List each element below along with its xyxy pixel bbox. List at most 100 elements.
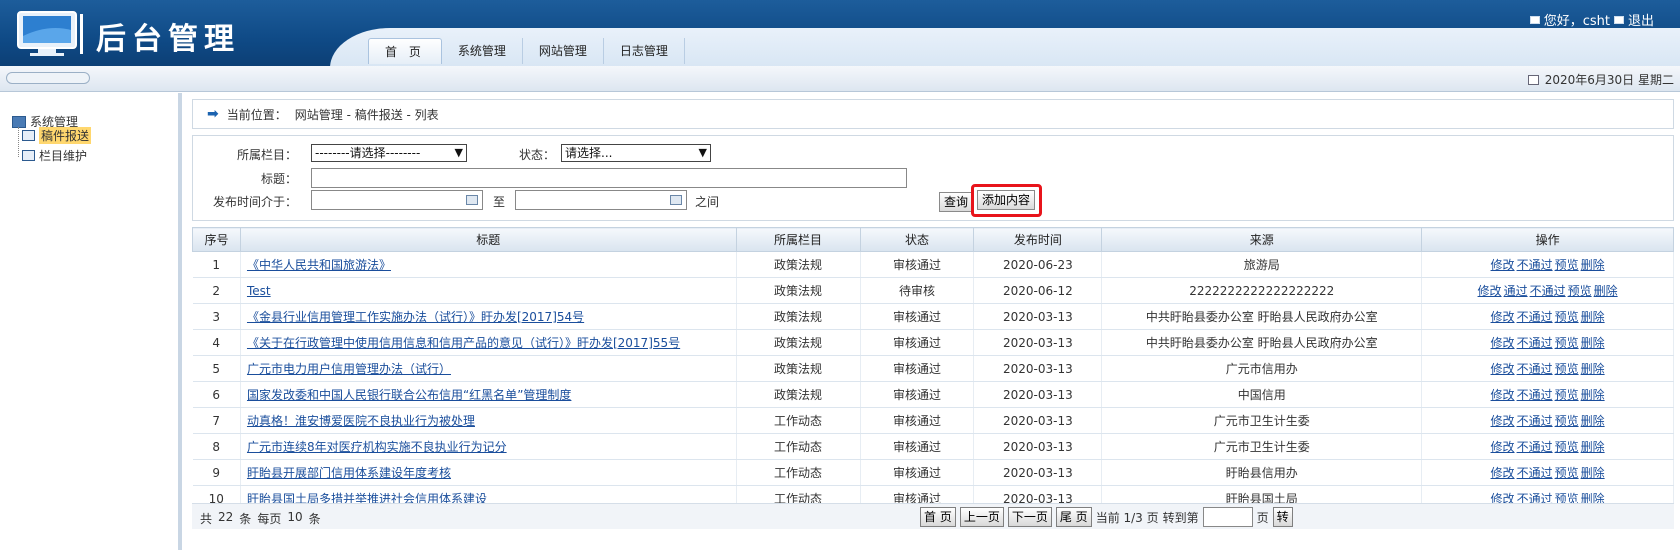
column-label: 所属栏目： xyxy=(236,148,297,162)
op-link[interactable]: 预览 xyxy=(1555,362,1579,376)
calendar-icon[interactable] xyxy=(466,195,478,205)
tab-system[interactable]: 系统管理 xyxy=(442,38,523,64)
op-link[interactable]: 不通过 xyxy=(1517,258,1553,272)
op-link[interactable]: 预览 xyxy=(1555,440,1579,454)
op-link[interactable]: 预览 xyxy=(1555,414,1579,428)
first-page-button[interactable]: 首 页 xyxy=(920,507,956,527)
goto-page-input[interactable] xyxy=(1202,507,1253,527)
last-page-button[interactable]: 尾 页 xyxy=(1055,507,1092,527)
header-title: 标题 xyxy=(239,227,737,252)
filter-panel: 所属栏目： --------请选择-------- ▼ 状态： 请选择... ▼… xyxy=(192,135,1674,221)
add-content-button[interactable]: 添加内容 xyxy=(977,190,1036,210)
op-link[interactable]: 不通过 xyxy=(1517,388,1553,402)
op-link[interactable]: 不通过 xyxy=(1530,284,1566,298)
chevron-down-icon: ▼ xyxy=(698,146,707,159)
op-link[interactable]: 修改 xyxy=(1491,258,1515,272)
op-link[interactable]: 删除 xyxy=(1581,310,1605,324)
title-cell: 广元市电力用户信用管理办法（试行） xyxy=(240,355,737,382)
column-select-value: --------请选择-------- xyxy=(315,146,421,160)
computer-icon xyxy=(12,115,26,128)
op-link[interactable]: 不通过 xyxy=(1517,466,1553,480)
status-cell: 审核通过 xyxy=(860,355,975,382)
title-link[interactable]: 《关于在行政管理中使用信用信息和信用产品的意见（试行）》盱办发[2017]55号 xyxy=(247,336,680,350)
title-input[interactable] xyxy=(311,168,907,188)
tab-website[interactable]: 网站管理 xyxy=(523,38,604,64)
op-link[interactable]: 预览 xyxy=(1555,310,1579,324)
status-select[interactable]: 请选择... ▼ xyxy=(561,144,711,162)
op-link[interactable]: 不通过 xyxy=(1517,336,1553,350)
op-link[interactable]: 预览 xyxy=(1555,336,1579,350)
op-link[interactable]: 删除 xyxy=(1581,440,1605,454)
source-cell: 广元市卫生计生委 xyxy=(1101,433,1423,460)
ops-cell: 修改 不通过 预览 删除 xyxy=(1421,407,1674,434)
goto-label: 转到第 xyxy=(1162,510,1199,525)
date-from-input[interactable] xyxy=(311,190,483,210)
op-link[interactable]: 删除 xyxy=(1581,362,1605,376)
op-link[interactable]: 预览 xyxy=(1555,388,1579,402)
op-link[interactable]: 删除 xyxy=(1581,388,1605,402)
op-link[interactable]: 修改 xyxy=(1491,362,1515,376)
op-link[interactable]: 修改 xyxy=(1491,466,1515,480)
title-link[interactable]: 广元市电力用户信用管理办法（试行） xyxy=(247,362,451,376)
op-link[interactable]: 修改 xyxy=(1478,284,1502,298)
title-link[interactable]: 《金县行业信用管理工作实施办法（试行）》盱办发[2017]54号 xyxy=(247,310,584,324)
op-link[interactable]: 删除 xyxy=(1594,284,1618,298)
between-label: 之间 xyxy=(694,195,719,209)
date-text: 2020年6月30日 星期二 xyxy=(1544,73,1674,87)
op-link[interactable]: 不通过 xyxy=(1517,362,1553,376)
title-cell: Test xyxy=(240,277,737,304)
tab-log[interactable]: 日志管理 xyxy=(604,38,685,64)
title-link[interactable]: 国家发改委和中国人民银行联合公布信用“红黑名单”管理制度 xyxy=(247,388,571,402)
op-link[interactable]: 预览 xyxy=(1555,258,1579,272)
mail-icon[interactable] xyxy=(1529,15,1540,24)
sidebar-item-manuscript[interactable]: 稿件报送 xyxy=(22,127,92,144)
op-link[interactable]: 修改 xyxy=(1491,336,1515,350)
title-cell: 《关于在行政管理中使用信用信息和信用产品的意见（试行）》盱办发[2017]55号 xyxy=(240,329,737,356)
status-cell: 审核通过 xyxy=(860,329,975,356)
title-link[interactable]: 广元市连续8年对医疗机构实施不良执业行为记分 xyxy=(247,440,507,454)
op-link[interactable]: 修改 xyxy=(1491,388,1515,402)
status-cell: 待审核 xyxy=(860,277,975,304)
op-link[interactable]: 不通过 xyxy=(1517,440,1553,454)
total-unit: 条 xyxy=(239,512,252,526)
op-link[interactable]: 修改 xyxy=(1491,414,1515,428)
op-link[interactable]: 删除 xyxy=(1581,258,1605,272)
next-page-button[interactable]: 下一页 xyxy=(1007,507,1052,527)
op-link[interactable]: 不通过 xyxy=(1517,310,1553,324)
op-link[interactable]: 不通过 xyxy=(1517,414,1553,428)
breadcrumb-prefix: 当前位置： xyxy=(226,107,287,122)
title-cell: 《金县行业信用管理工作实施办法（试行）》盱办发[2017]54号 xyxy=(240,303,737,330)
logout-link[interactable]: 退出 xyxy=(1628,10,1654,29)
sidebar-toggle[interactable] xyxy=(6,72,90,84)
breadcrumb-path: 网站管理 - 稿件报送 - 列表 xyxy=(294,107,439,122)
table-row: 7 动真格！淮安博爱医院不良执业行为被处理 工作动态 审核通过 2020-03-13 广元… xyxy=(192,407,1674,434)
status-select-value: 请选择... xyxy=(565,146,613,160)
op-link[interactable]: 修改 xyxy=(1491,310,1515,324)
sidebar-item-column-maintain[interactable]: 栏目维护 xyxy=(22,147,87,164)
date-to-input[interactable] xyxy=(515,190,687,210)
query-button[interactable]: 查询 xyxy=(939,192,974,212)
title-link[interactable]: 动真格！淮安博爱医院不良执业行为被处理 xyxy=(247,414,475,428)
status-cell: 审核通过 xyxy=(860,433,975,460)
sidebar-item-label: 栏目维护 xyxy=(39,149,88,163)
op-link[interactable]: 删除 xyxy=(1581,336,1605,350)
goto-button[interactable]: 转 xyxy=(1272,507,1293,527)
column-select[interactable]: --------请选择-------- ▼ xyxy=(311,144,467,162)
table-row: 5 广元市电力用户信用管理办法（试行） 政策法规 审核通过 2020-03-13 广元市信… xyxy=(192,355,1674,382)
date-cell: 2020-03-13 xyxy=(973,381,1103,408)
title-link[interactable]: 《中华人民共和国旅游法》 xyxy=(247,258,391,272)
title-link[interactable]: 盱眙县开展部门信用体系建设年度考核 xyxy=(247,466,451,480)
ops-cell: 修改 不通过 预览 删除 xyxy=(1421,381,1674,408)
tab-home[interactable]: 首 页 xyxy=(368,38,442,64)
calendar-icon[interactable] xyxy=(670,195,682,205)
op-link[interactable]: 删除 xyxy=(1581,466,1605,480)
op-link[interactable]: 删除 xyxy=(1581,414,1605,428)
op-link[interactable]: 预览 xyxy=(1568,284,1592,298)
title-cell: 广元市连续8年对医疗机构实施不良执业行为记分 xyxy=(240,433,737,460)
op-link[interactable]: 预览 xyxy=(1555,466,1579,480)
record-summary: 共 22 条 每页 10 条 xyxy=(200,510,321,527)
op-link[interactable]: 通过 xyxy=(1504,284,1528,298)
op-link[interactable]: 修改 xyxy=(1491,440,1515,454)
prev-page-button[interactable]: 上一页 xyxy=(959,507,1004,527)
title-link[interactable]: Test xyxy=(247,284,271,298)
